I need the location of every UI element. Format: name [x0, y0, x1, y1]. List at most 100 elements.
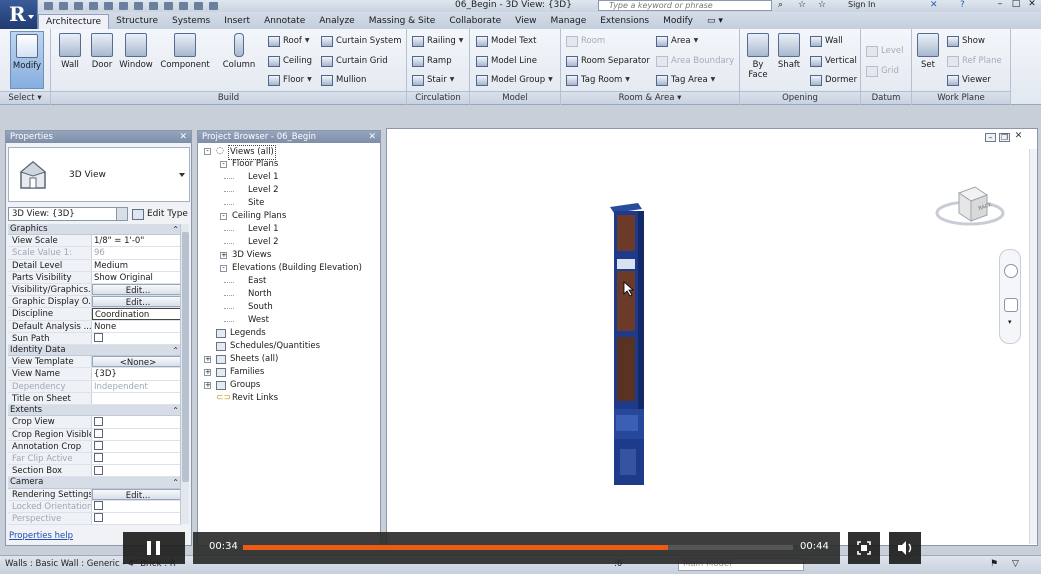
- collapse-icon[interactable]: ⌃: [172, 224, 179, 235]
- model-text-button[interactable]: Model Text: [476, 33, 536, 49]
- modify-button[interactable]: Modify: [10, 31, 44, 89]
- component-button[interactable]: Component: [160, 31, 210, 89]
- browser-node[interactable]: Site: [198, 197, 378, 210]
- curtain-grid-button[interactable]: Curtain Grid: [321, 53, 388, 69]
- ribbon-minimize-toggle[interactable]: ▭ ▾: [700, 14, 730, 29]
- shaft-button[interactable]: Shaft: [774, 31, 804, 89]
- filter-icon[interactable]: ⚑: [990, 559, 998, 569]
- close-icon[interactable]: ✕: [368, 131, 376, 143]
- property-checkbox-cell[interactable]: [92, 416, 182, 428]
- browser-node[interactable]: + Sheets (all): [198, 353, 378, 366]
- room-separator-button[interactable]: Room Separator: [566, 53, 650, 69]
- property-edit-button[interactable]: <None>: [92, 356, 182, 368]
- close-hidden-icon[interactable]: [194, 1, 203, 10]
- 3d-view-icon[interactable]: [164, 1, 173, 10]
- redo-icon[interactable]: [89, 1, 98, 10]
- browser-node[interactable]: Level 1: [198, 171, 378, 184]
- collapse-toggle-icon[interactable]: -: [220, 161, 227, 168]
- expand-toggle-icon[interactable]: +: [204, 369, 211, 376]
- ref-plane-button[interactable]: Ref Plane: [947, 53, 1002, 69]
- wall-3d-model[interactable]: [600, 203, 652, 493]
- star-icon[interactable]: ☆: [798, 0, 806, 10]
- vertical-opening-button[interactable]: Vertical: [810, 53, 857, 69]
- help-search-input[interactable]: Type a keyword or phrase: [598, 0, 772, 11]
- property-checkbox-cell[interactable]: [92, 500, 182, 512]
- viewcube[interactable]: BACK: [935, 179, 1005, 239]
- application-menu-button[interactable]: R: [0, 0, 38, 30]
- stair-button[interactable]: Stair ▼: [412, 72, 454, 88]
- tab-extensions[interactable]: Extensions: [593, 14, 656, 29]
- instance-filter-dropdown[interactable]: 3D View: {3D}: [8, 207, 128, 221]
- set-work-plane-button[interactable]: Set: [915, 31, 941, 89]
- browser-node[interactable]: North: [198, 288, 378, 301]
- exchange-icon[interactable]: ✕: [930, 0, 938, 10]
- collapse-toggle-icon[interactable]: -: [204, 148, 211, 155]
- property-value[interactable]: Coordination: [92, 308, 182, 320]
- property-edit-button[interactable]: Edit...: [92, 284, 182, 296]
- switch-windows-icon[interactable]: [209, 1, 218, 10]
- property-group-header[interactable]: Graphics ⌃: [8, 224, 182, 236]
- browser-node[interactable]: Level 2: [198, 184, 378, 197]
- checkbox[interactable]: [94, 513, 103, 523]
- model-group-button[interactable]: Model Group ▼: [476, 72, 553, 88]
- collapse-icon[interactable]: ⌃: [172, 345, 179, 356]
- browser-node[interactable]: West: [198, 314, 378, 327]
- floor-button[interactable]: Floor ▼: [268, 72, 312, 88]
- properties-scrollbar[interactable]: [180, 224, 189, 524]
- property-checkbox-cell[interactable]: [92, 512, 182, 525]
- zoom-icon[interactable]: [1004, 298, 1018, 312]
- column-button[interactable]: Column: [222, 31, 256, 89]
- checkbox[interactable]: [94, 453, 103, 463]
- property-checkbox-cell[interactable]: [92, 440, 182, 452]
- maximize-icon[interactable]: □: [1009, 0, 1023, 10]
- browser-node[interactable]: Level 1: [198, 223, 378, 236]
- property-group-header[interactable]: Extents ⌃: [8, 405, 182, 417]
- tab-insert[interactable]: Insert: [217, 14, 257, 29]
- checkbox[interactable]: [94, 429, 103, 439]
- infocenter-icon[interactable]: ☆: [818, 0, 826, 10]
- browser-node[interactable]: Schedules/Quantities: [198, 340, 378, 353]
- tab-manage[interactable]: Manage: [544, 14, 594, 29]
- quick-access-toolbar[interactable]: [44, 0, 218, 11]
- collapse-toggle-icon[interactable]: -: [220, 265, 227, 272]
- panel-select[interactable]: Select ▾: [0, 91, 50, 104]
- grid-button[interactable]: Grid: [866, 63, 899, 79]
- print-icon[interactable]: [104, 1, 113, 10]
- tag-room-button[interactable]: Tag Room ▼: [566, 72, 630, 88]
- binoculars-icon[interactable]: ⌕: [778, 0, 783, 10]
- browser-node[interactable]: + Groups: [198, 379, 378, 392]
- browser-node[interactable]: - Floor Plans: [198, 158, 378, 171]
- browser-node[interactable]: Level 2: [198, 236, 378, 249]
- viewer-button[interactable]: Viewer: [947, 72, 991, 88]
- pause-button[interactable]: [123, 532, 185, 564]
- section-icon[interactable]: [179, 1, 188, 10]
- properties-title-bar[interactable]: Properties ✕: [6, 131, 191, 143]
- property-checkbox-cell[interactable]: [92, 452, 182, 465]
- browser-node[interactable]: ⊂⊃ Revit Links: [198, 392, 378, 405]
- area-boundary-button[interactable]: Area Boundary: [656, 53, 734, 69]
- browser-node[interactable]: +3D Views: [198, 249, 378, 262]
- checkbox[interactable]: [94, 465, 103, 475]
- tab-analyze[interactable]: Analyze: [312, 14, 361, 29]
- mullion-button[interactable]: Mullion: [321, 72, 366, 88]
- checkbox[interactable]: [94, 333, 103, 343]
- room-button[interactable]: Room: [566, 33, 605, 49]
- type-selector[interactable]: 3D View: [8, 147, 190, 202]
- door-button[interactable]: Door: [88, 31, 116, 89]
- save-icon[interactable]: [59, 1, 68, 10]
- wall-button[interactable]: Wall: [56, 31, 84, 89]
- chevron-down-icon[interactable]: ▾: [1008, 318, 1012, 326]
- curtain-system-button[interactable]: Curtain System: [321, 33, 402, 49]
- ceiling-button[interactable]: Ceiling: [268, 53, 312, 69]
- checkbox[interactable]: [94, 501, 103, 511]
- progress-track[interactable]: [243, 545, 793, 550]
- property-checkbox-cell[interactable]: [92, 332, 182, 344]
- help-icon[interactable]: ?: [960, 0, 965, 10]
- tab-massing-site[interactable]: Massing & Site: [362, 14, 443, 29]
- sign-in-link[interactable]: Sign In: [848, 0, 875, 9]
- video-scrubber[interactable]: 00:34 00:44: [193, 532, 840, 564]
- expand-toggle-icon[interactable]: +: [204, 382, 211, 389]
- model-line-button[interactable]: Model Line: [476, 53, 537, 69]
- roof-button[interactable]: Roof ▼: [268, 33, 310, 49]
- tab-architecture[interactable]: Architecture: [38, 14, 110, 29]
